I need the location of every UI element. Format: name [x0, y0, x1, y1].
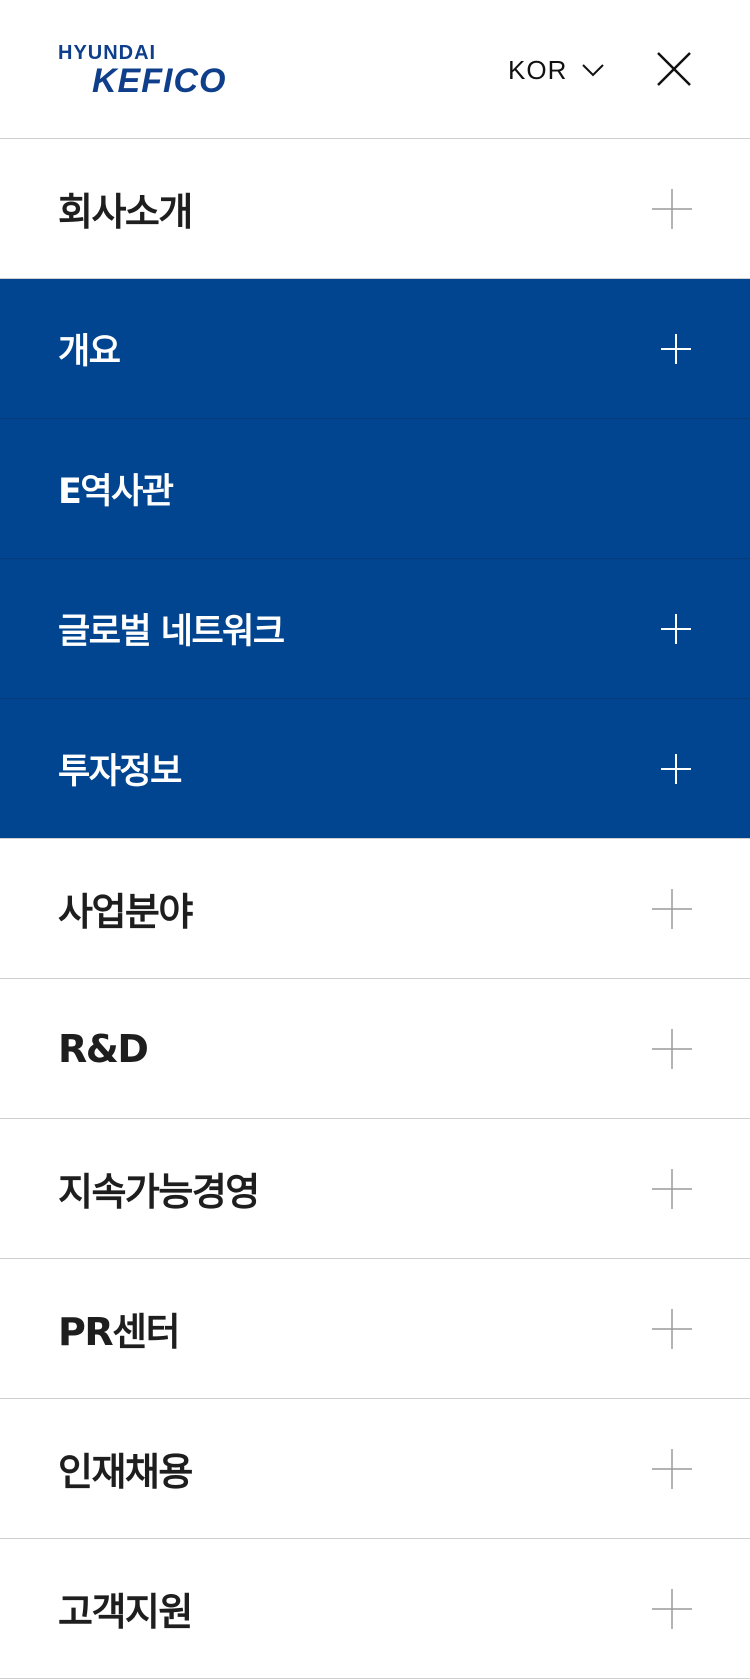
expand-toggle[interactable] — [660, 753, 692, 785]
language-selector[interactable]: KOR — [508, 52, 605, 88]
menu-item-pr-center[interactable]: PR센터 — [0, 1259, 750, 1399]
submenu-item-label: 글로벌 네트워크 — [58, 612, 285, 652]
menu-item-sustainability[interactable]: 지속가능경영 — [0, 1119, 750, 1259]
mobile-menu-header: HYUNDAI KEFICO KOR — [0, 0, 750, 139]
plus-icon — [661, 613, 691, 644]
menu-item-label: 사업분야 — [58, 890, 193, 934]
menu-item-recruit[interactable]: 인재채용 — [0, 1399, 750, 1539]
expand-toggle[interactable] — [652, 1588, 692, 1629]
hyundai-kefico-logo[interactable]: HYUNDAI KEFICO — [58, 42, 248, 102]
submenu-item-overview[interactable]: 개요 — [0, 279, 750, 419]
language-label: KOR — [508, 54, 568, 85]
menu-item-business[interactable]: 사업분야 — [0, 839, 750, 979]
logo-kefico-text: KEFICO — [92, 62, 227, 100]
submenu-item-label: 투자정보 — [58, 752, 182, 792]
menu-item-label: R&D — [58, 1026, 149, 1071]
logo-hyundai-text: HYUNDAI — [58, 42, 157, 64]
expand-toggle[interactable] — [660, 613, 692, 645]
plus-icon — [661, 333, 691, 364]
expand-toggle[interactable] — [652, 1168, 692, 1209]
menu-item-support[interactable]: 고객지원 — [0, 1539, 750, 1679]
submenu-item-investor-info[interactable]: 투자정보 — [0, 699, 750, 839]
submenu-item-e-history[interactable]: E역사관 — [0, 419, 750, 559]
menu-item-rnd[interactable]: R&D — [0, 979, 750, 1119]
plus-icon — [652, 1168, 692, 1209]
expand-toggle[interactable] — [660, 333, 692, 365]
plus-icon — [652, 888, 692, 929]
close-menu-button[interactable] — [656, 51, 692, 87]
expand-toggle[interactable] — [652, 1448, 692, 1489]
plus-icon — [652, 1448, 692, 1489]
menu-item-label: 고객지원 — [58, 1590, 193, 1634]
main-menu: 회사소개 개요 E역사관 글로벌 네트워크 투자정보 사업분야 R&D 지속가능… — [0, 139, 750, 1679]
plus-icon — [652, 188, 692, 229]
menu-item-label: PR센터 — [58, 1310, 181, 1354]
close-icon — [657, 52, 691, 86]
menu-item-label: 회사소개 — [58, 190, 193, 234]
submenu-company-container: 개요 E역사관 글로벌 네트워크 투자정보 — [0, 279, 750, 839]
expand-toggle[interactable] — [652, 188, 692, 229]
expand-toggle[interactable] — [652, 1308, 692, 1349]
expand-toggle[interactable] — [652, 1028, 692, 1069]
submenu-item-label: E역사관 — [58, 472, 174, 512]
menu-item-label: 인재채용 — [58, 1450, 193, 1494]
submenu-company: 개요 E역사관 글로벌 네트워크 투자정보 — [0, 279, 750, 839]
plus-icon — [652, 1028, 692, 1069]
expand-toggle[interactable] — [652, 888, 692, 929]
menu-item-label: 지속가능경영 — [58, 1170, 260, 1214]
chevron-down-icon — [582, 64, 605, 77]
menu-item-company[interactable]: 회사소개 — [0, 139, 750, 279]
submenu-item-label: 개요 — [58, 332, 121, 372]
plus-icon — [652, 1308, 692, 1349]
submenu-item-global-network[interactable]: 글로벌 네트워크 — [0, 559, 750, 699]
plus-icon — [661, 753, 691, 784]
plus-icon — [652, 1588, 692, 1629]
